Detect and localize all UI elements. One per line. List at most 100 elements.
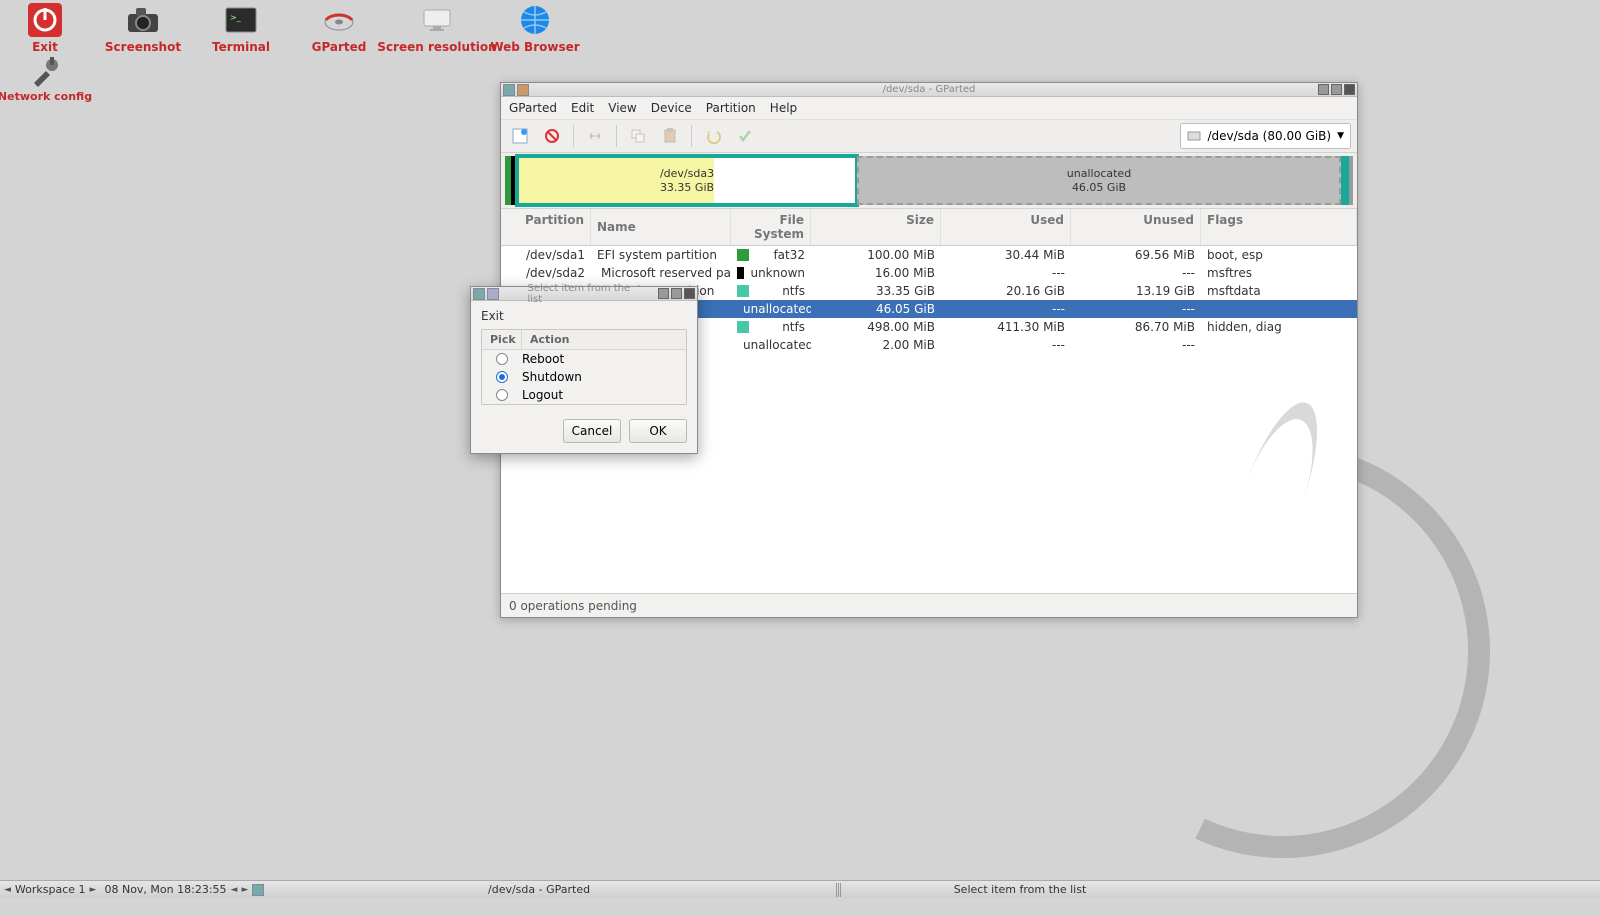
exit-options: Pick Action RebootShutdownLogout: [481, 329, 687, 405]
cell-filesystem: unallocated: [731, 302, 811, 316]
close-button[interactable]: [684, 288, 695, 299]
undo-button[interactable]: [700, 123, 726, 149]
col-unused[interactable]: Unused: [1071, 209, 1201, 245]
desktop-icons: Exit Screenshot >_ Terminal GParted Scre…: [6, 0, 574, 54]
diskmap-sda3[interactable]: /dev/sda3 33.35 GiB: [517, 156, 857, 205]
cell-name: EFI system partition: [591, 248, 731, 262]
cell-used: 30.44 MiB: [941, 248, 1071, 262]
taskbar-item-gparted[interactable]: /dev/sda - GParted: [480, 882, 840, 897]
apply-button[interactable]: [732, 123, 758, 149]
desktop-icon-exit[interactable]: Exit: [6, 0, 84, 54]
statusbar: 0 operations pending: [501, 593, 1357, 617]
maximize-button[interactable]: [671, 288, 682, 299]
partition-row[interactable]: /dev/sda2Microsoft reserved partitionunk…: [501, 264, 1357, 282]
paste-button[interactable]: [657, 123, 683, 149]
menu-gparted[interactable]: GParted: [509, 101, 557, 115]
diskmap-unallocated[interactable]: unallocated 46.05 GiB: [857, 156, 1341, 205]
cell-partition: /dev/sda1: [501, 248, 591, 262]
cell-flags: msftdata: [1201, 284, 1357, 298]
menu-help[interactable]: Help: [770, 101, 797, 115]
cell-unused: ---: [1071, 302, 1201, 316]
gparted-titlebar[interactable]: /dev/sda - GParted: [501, 83, 1357, 97]
partition-row[interactable]: /dev/sda1EFI system partitionfat32100.00…: [501, 246, 1357, 264]
diskmap-label: /dev/sda3: [660, 167, 714, 180]
clock-prev[interactable]: ◄: [231, 885, 238, 895]
desktop-icon-label: Web Browser: [490, 40, 579, 54]
diskmap-unalloc2[interactable]: [1349, 156, 1353, 205]
cancel-button[interactable]: Cancel: [563, 419, 621, 443]
desktop-icon-gparted[interactable]: GParted: [300, 0, 378, 54]
cell-unused: ---: [1071, 266, 1201, 280]
desktop-icon-label: Network config: [0, 90, 92, 103]
col-name[interactable]: Name: [591, 209, 731, 245]
menu-edit[interactable]: Edit: [571, 101, 594, 115]
cell-flags: boot, esp: [1201, 248, 1357, 262]
col-filesystem[interactable]: File System: [731, 209, 811, 245]
taskbar-item-dialog[interactable]: Select item from the list: [840, 882, 1200, 897]
exit-option-row[interactable]: Reboot: [482, 350, 686, 368]
cell-filesystem: unknown: [731, 266, 811, 280]
dialog-title: Select item from the list: [528, 283, 641, 305]
clock[interactable]: 08 Nov, Mon 18:23:55: [104, 883, 226, 896]
cell-flags: msftres: [1201, 266, 1357, 280]
tools-icon: [27, 54, 63, 90]
status-text: 0 operations pending: [509, 599, 637, 613]
camera-icon: [125, 2, 161, 38]
radio-button[interactable]: [496, 389, 508, 401]
cell-size: 100.00 MiB: [811, 248, 941, 262]
workspace-label[interactable]: Workspace 1: [15, 883, 86, 896]
menu-view[interactable]: View: [608, 101, 636, 115]
cell-size: 498.00 MiB: [811, 320, 941, 334]
exit-option-row[interactable]: Shutdown: [482, 368, 686, 386]
exit-option-label: Reboot: [522, 352, 564, 366]
cell-unused: 13.19 GiB: [1071, 284, 1201, 298]
globe-icon: [517, 2, 553, 38]
minimize-button[interactable]: [658, 288, 669, 299]
app-icon-2: [517, 84, 529, 96]
desktop-icon-network-config[interactable]: Network config: [6, 54, 84, 103]
close-button[interactable]: [1344, 84, 1355, 95]
desktop-icon-terminal[interactable]: >_ Terminal: [202, 0, 280, 54]
maximize-button[interactable]: [1331, 84, 1342, 95]
radio-button[interactable]: [496, 371, 508, 383]
tray-icon[interactable]: [252, 884, 264, 896]
desktop-icon-screen-resolution[interactable]: Screen resolution: [398, 0, 476, 54]
drive-icon: [1187, 129, 1201, 143]
workspace-next[interactable]: ►: [90, 885, 97, 895]
exit-option-row[interactable]: Logout: [482, 386, 686, 404]
exit-option-label: Logout: [522, 388, 563, 402]
cell-used: ---: [941, 266, 1071, 280]
diskmap-sda4[interactable]: [1341, 156, 1349, 205]
new-partition-button[interactable]: [507, 123, 533, 149]
workspace-prev[interactable]: ◄: [4, 885, 11, 895]
diskmap-size: 33.35 GiB: [660, 181, 714, 194]
menu-partition[interactable]: Partition: [706, 101, 756, 115]
col-size[interactable]: Size: [811, 209, 941, 245]
clock-next[interactable]: ►: [241, 885, 248, 895]
col-used[interactable]: Used: [941, 209, 1071, 245]
desktop-icon-label: Terminal: [212, 40, 270, 54]
col-partition[interactable]: Partition: [501, 209, 591, 245]
cell-used: 20.16 GiB: [941, 284, 1071, 298]
desktop-icon-screenshot[interactable]: Screenshot: [104, 0, 182, 54]
monitor-icon: [419, 2, 455, 38]
ok-button[interactable]: OK: [629, 419, 687, 443]
desktop-icon-web-browser[interactable]: Web Browser: [496, 0, 574, 54]
radio-button[interactable]: [496, 353, 508, 365]
col-flags[interactable]: Flags: [1201, 209, 1357, 245]
disk-map: /dev/sda3 33.35 GiB unallocated 46.05 Gi…: [501, 153, 1357, 209]
exit-dialog-titlebar[interactable]: Select item from the list: [471, 287, 697, 301]
copy-button[interactable]: [625, 123, 651, 149]
cell-unused: ---: [1071, 338, 1201, 352]
device-selector[interactable]: /dev/sda (80.00 GiB) ▼: [1180, 123, 1351, 149]
desktop-icon-label: Screenshot: [105, 40, 181, 54]
desktop-icon-label: Screen resolution: [377, 40, 496, 54]
resize-move-button[interactable]: [582, 123, 608, 149]
cell-size: 2.00 MiB: [811, 338, 941, 352]
exit-option-label: Shutdown: [522, 370, 582, 384]
minimize-button[interactable]: [1318, 84, 1329, 95]
delete-partition-button[interactable]: [539, 123, 565, 149]
menu-device[interactable]: Device: [651, 101, 692, 115]
col-action: Action: [522, 330, 577, 349]
cell-filesystem: ntfs: [731, 320, 811, 334]
